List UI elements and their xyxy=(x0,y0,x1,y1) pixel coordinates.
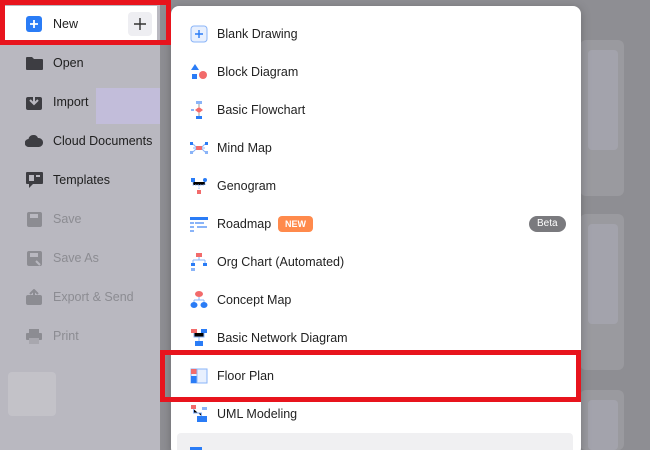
sidebar-item-templates[interactable]: Templates xyxy=(0,162,160,198)
menu-item-label: Roadmap xyxy=(217,217,272,231)
template-card xyxy=(580,390,624,450)
sidebar-item-save-as[interactable]: Save As xyxy=(0,240,160,276)
print-icon xyxy=(25,327,43,345)
cloud-icon xyxy=(25,132,43,150)
folder-icon xyxy=(25,54,43,72)
sidebar-item-label: Save xyxy=(53,212,82,226)
menu-item-uml-modeling[interactable]: UML Modeling xyxy=(171,395,581,433)
gantt-chart-icon xyxy=(190,443,208,450)
basic-flowchart-icon xyxy=(190,101,208,119)
menu-item-concept-map[interactable]: Concept Map xyxy=(171,281,581,319)
sidebar-item-label: Templates xyxy=(53,173,110,187)
menu-item-basic-flowchart[interactable]: Basic Flowchart xyxy=(171,91,581,129)
menu-item-label: Mind Map xyxy=(217,141,272,155)
file-sidebar: New Open Import Cloud Documents Template… xyxy=(0,0,160,450)
menu-item-genogram[interactable]: Genogram xyxy=(171,167,581,205)
sidebar-item-cloud-documents[interactable]: Cloud Documents xyxy=(0,123,160,159)
sidebar-item-label: New xyxy=(53,17,79,31)
sidebar-item-label: Save As xyxy=(53,251,99,265)
import-icon xyxy=(25,93,43,111)
sidebar-item-label: Cloud Documents xyxy=(53,134,153,148)
menu-item-label: UML Modeling xyxy=(217,407,298,421)
block-diagram-icon xyxy=(190,63,208,81)
sidebar-item-new[interactable]: New xyxy=(5,6,157,42)
genogram-icon xyxy=(190,177,208,195)
roadmap-icon xyxy=(190,215,208,233)
sidebar-item-label: Import xyxy=(53,95,89,109)
menu-item-label: Floor Plan xyxy=(217,369,274,383)
menu-item-basic-network-diagram[interactable]: Basic Network Diagram xyxy=(171,319,581,357)
menu-item-label: Org Chart (Automated) xyxy=(217,255,345,269)
sidebar-footer-placeholder xyxy=(8,372,56,416)
template-card xyxy=(580,40,624,196)
menu-item-label: Concept Map xyxy=(217,293,292,307)
menu-item-blank-drawing[interactable]: Blank Drawing xyxy=(171,15,581,53)
sidebar-item-open[interactable]: Open xyxy=(0,45,160,81)
save-as-icon xyxy=(25,249,43,267)
export-icon xyxy=(25,288,43,306)
new-badge: NEW xyxy=(278,216,313,232)
menu-item-gantt-chart[interactable] xyxy=(177,433,573,450)
template-card xyxy=(580,214,624,370)
sidebar-item-label: Print xyxy=(53,329,79,343)
menu-item-org-chart[interactable]: Org Chart (Automated) xyxy=(171,243,581,281)
templates-icon xyxy=(25,171,43,189)
uml-modeling-icon xyxy=(190,405,208,423)
sidebar-item-label: Export & Send xyxy=(53,290,134,304)
concept-map-icon xyxy=(190,291,208,309)
menu-item-floor-plan[interactable]: Floor Plan xyxy=(171,357,581,395)
menu-item-label: Block Diagram xyxy=(217,65,299,79)
add-icon[interactable] xyxy=(128,12,152,36)
blank-drawing-icon xyxy=(190,25,208,43)
new-diagram-menu: Blank Drawing Block Diagram Basic Flowch… xyxy=(171,6,581,450)
beta-badge: Beta xyxy=(529,216,566,232)
sidebar-item-label: Open xyxy=(53,56,84,70)
sidebar-item-print[interactable]: Print xyxy=(0,318,160,354)
sidebar-item-export-send[interactable]: Export & Send xyxy=(0,279,160,315)
sidebar-item-import[interactable]: Import xyxy=(0,84,160,120)
menu-item-label: Basic Network Diagram xyxy=(217,331,348,345)
floor-plan-icon xyxy=(190,367,208,385)
menu-item-label: Basic Flowchart xyxy=(217,103,306,117)
network-diagram-icon xyxy=(190,329,208,347)
menu-item-mind-map[interactable]: Mind Map xyxy=(171,129,581,167)
mind-map-icon xyxy=(190,139,208,157)
org-chart-icon xyxy=(190,253,208,271)
menu-item-label: Genogram xyxy=(217,179,277,193)
menu-item-roadmap[interactable]: Roadmap NEW Beta xyxy=(171,205,581,243)
new-icon xyxy=(25,15,43,33)
menu-item-block-diagram[interactable]: Block Diagram xyxy=(171,53,581,91)
save-icon xyxy=(25,210,43,228)
menu-item-label: Blank Drawing xyxy=(217,27,298,41)
sidebar-item-save[interactable]: Save xyxy=(0,201,160,237)
